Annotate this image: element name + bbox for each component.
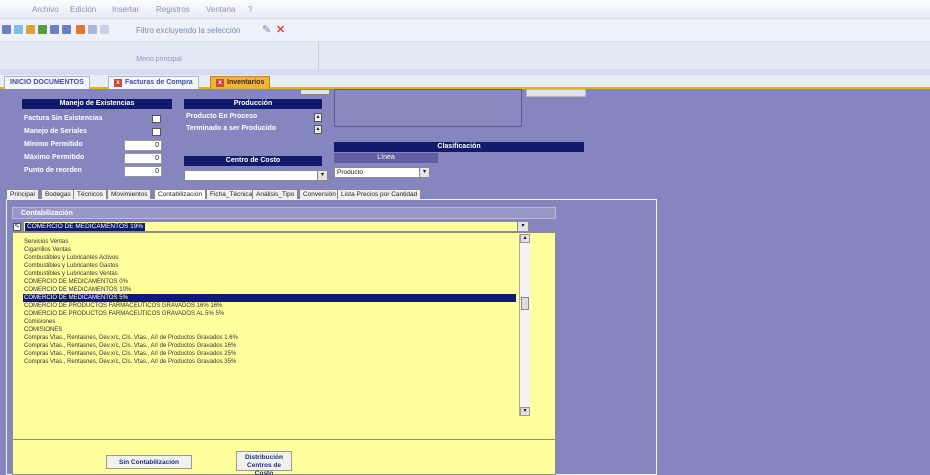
scroll-up-icon[interactable]: ▴	[520, 234, 530, 243]
punto-reorden-input[interactable]: 0	[124, 166, 162, 177]
distribucion-centros-costo-button[interactable]: Distribución Centros de Costo	[236, 451, 292, 475]
menu-ventana[interactable]: Ventana	[206, 5, 235, 14]
delete-icon[interactable]: ✕	[276, 23, 285, 36]
contabilizacion-combo[interactable]: COMERCIO DE MEDICAMENTOS 19% ▾	[23, 221, 529, 232]
list-item[interactable]: Compras Vtas., Rentasnes, Dev.x/c, Cls. …	[23, 334, 516, 342]
menu-edicion[interactable]: Edición	[70, 5, 96, 14]
list-item[interactable]: Compras Vtas., Rentasnes, Dev.x/c, Cls. …	[23, 358, 516, 366]
list-item[interactable]: COMERCIO DE PRODUCTOS FARMACEUTICOS GRAV…	[23, 310, 516, 318]
list-item[interactable]: Comisiones	[23, 318, 516, 326]
manejo-existencias-header: Manejo de Existencias	[22, 99, 172, 109]
refresh-icon[interactable]	[88, 25, 97, 34]
list-item[interactable]: Combustibles y Lubricantes Activos	[23, 254, 516, 262]
menu-insertar[interactable]: Insertar	[112, 5, 139, 14]
list-scrollbar[interactable]: ▴ ▾	[519, 234, 530, 416]
find-icon[interactable]	[100, 25, 109, 34]
filter-excluding-selection[interactable]: Filtro excluyendo la selección	[136, 26, 241, 35]
list-item[interactable]: COMERCIO DE MEDICAMENTOS 10%	[23, 286, 516, 294]
clasificacion-header: Clasificación	[334, 142, 584, 152]
minimo-permitido-input[interactable]: 0	[124, 140, 162, 151]
factura-sin-existencias-checkbox[interactable]	[152, 115, 161, 123]
manejo-seriales-label: Manejo de Seriales	[24, 128, 88, 135]
centro-costo-select[interactable]: ▾	[184, 170, 328, 181]
minimo-permitido-label: Mínimo Permitido	[24, 141, 83, 148]
section-label: Menú principal	[136, 56, 182, 63]
linea-select[interactable]: Producto ▾	[334, 167, 430, 178]
sort-ascending-icon[interactable]	[38, 25, 47, 34]
doc-tab-inventarios[interactable]: x Inventarios	[210, 76, 271, 89]
info-panel	[334, 89, 522, 127]
filter-icon[interactable]	[62, 25, 71, 34]
doc-tab-facturas[interactable]: x Facturas de Compra	[108, 76, 199, 89]
save-icon[interactable]	[2, 25, 11, 34]
list-item[interactable]: COMISIONES	[23, 326, 516, 334]
scroll-down-icon[interactable]: ▾	[520, 407, 530, 416]
producto-en-proceso-toggle[interactable]: ▴	[314, 113, 322, 122]
list-item[interactable]: COMERCIO DE PRODUCTOS FARMACEUTICOS GRAV…	[23, 302, 516, 310]
list-item[interactable]: Compras Vtas., Rentasnes, Dev.x/c, Cls. …	[23, 342, 516, 350]
terminado-producido-toggle[interactable]: ▴	[314, 125, 322, 134]
close-icon[interactable]: x	[216, 79, 224, 87]
sin-contabilizacion-button[interactable]: Sin Contabilización	[106, 455, 192, 469]
factura-sin-existencias-label: Factura Sin Existencias	[24, 115, 103, 122]
pencil-icon: ✎	[13, 223, 21, 231]
maximo-permitido-input[interactable]: 0	[124, 153, 162, 164]
pencil-icon[interactable]: ✎	[262, 23, 271, 36]
close-icon[interactable]: x	[114, 79, 122, 87]
menu-registros[interactable]: Registros	[156, 5, 190, 14]
list-item[interactable]: COMERCIO DE MEDICAMENTOS 5%	[23, 294, 516, 302]
linea-header: Línea	[334, 153, 438, 163]
manejo-seriales-checkbox[interactable]	[152, 128, 161, 136]
toggle-filter-icon[interactable]	[76, 25, 85, 34]
maximo-permitido-label: Máximo Permitido	[24, 154, 85, 161]
contabilizacion-header: Contabilización	[12, 207, 556, 219]
document-tabs: INICIO DOCUMENTOS x Facturas de Compra xI…	[0, 75, 930, 89]
combo-selected-value: COMERCIO DE MEDICAMENTOS 19%	[25, 223, 146, 231]
list-item[interactable]: COMERCIO DE MEDICAMENTOS 0%	[23, 278, 516, 286]
centro-costo-header: Centro de Costo	[184, 156, 322, 166]
scroll-thumb[interactable]	[521, 297, 529, 310]
sort-descending-icon[interactable]	[50, 25, 59, 34]
terminado-producido-label: Terminado a ser Producido	[186, 125, 277, 132]
chevron-down-icon[interactable]: ▾	[419, 168, 429, 177]
list-item[interactable]: Servicios Ventas	[23, 238, 516, 246]
chevron-down-icon[interactable]: ▾	[517, 222, 528, 231]
menu-ayuda[interactable]: ?	[248, 5, 252, 14]
toolbar: Filtro excluyendo la selección ✎ ✕	[0, 19, 930, 42]
small-field	[300, 89, 330, 95]
list-item[interactable]: Combustibles y Lubricantes Gastos	[23, 262, 516, 270]
punto-reorden-label: Punto de reorden	[24, 167, 82, 174]
producto-en-proceso-label: Producto En Proceso	[186, 113, 258, 120]
small-right-field	[526, 89, 586, 97]
menu-bar: Archivo Edición Insertar Registros Venta…	[0, 0, 930, 19]
list-item[interactable]: Combustibles y Lubricantes Ventas	[23, 270, 516, 278]
doc-tab-inicio[interactable]: INICIO DOCUMENTOS	[4, 76, 90, 89]
list-items: Servicios Ventas Cigarrillos Ventas Combus…	[23, 238, 516, 366]
contabilizacion-dropdown-list[interactable]: Servicios Ventas Cigarrillos Ventas Combus…	[12, 232, 556, 440]
list-item[interactable]: Cigarrillos Ventas	[23, 246, 516, 254]
list-item[interactable]: Compras Vtas., Rentasnes, Dev.x/c, Cls. …	[23, 350, 516, 358]
sort-icon[interactable]	[26, 25, 35, 34]
undo-icon[interactable]	[14, 25, 23, 34]
menu-archivo[interactable]: Archivo	[32, 5, 59, 14]
produccion-header: Producción	[184, 99, 322, 109]
chevron-down-icon[interactable]: ▾	[317, 171, 327, 180]
